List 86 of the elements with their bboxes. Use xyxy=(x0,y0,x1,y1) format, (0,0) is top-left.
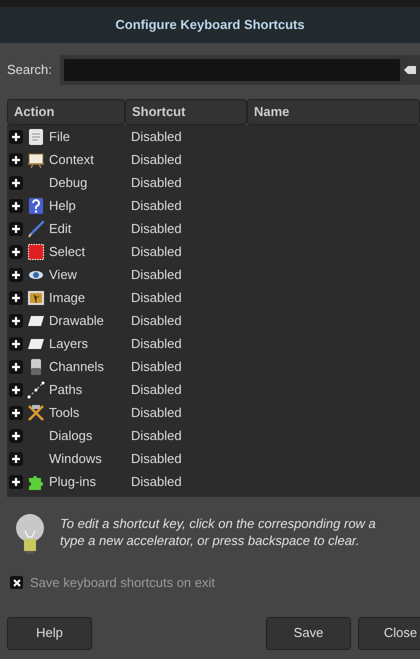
expand-button[interactable] xyxy=(9,314,23,328)
action-cell-text: Drawable xyxy=(49,312,104,330)
action-cell-text: File xyxy=(49,128,70,146)
document-icon xyxy=(27,128,45,146)
action-cell-text: Select xyxy=(49,242,86,261)
action-cell-text: Paths xyxy=(49,380,82,399)
shortcut-cell: Disabled xyxy=(131,152,182,167)
hint-text: To edit a shortcut key, click on the corresponding row a type a new accelerator, or press backspace to clear. xyxy=(60,515,376,549)
plus-icon xyxy=(12,270,20,278)
action-cell-text: Plug-ins xyxy=(49,472,96,491)
action-cell-text: Debug xyxy=(49,174,88,192)
shortcut-cell: Disabled xyxy=(131,474,182,489)
search-label: Search: xyxy=(7,61,52,80)
plus-icon xyxy=(12,132,20,140)
checkbox-label: Save keyboard shortcuts on exit xyxy=(30,574,215,592)
clear-icon[interactable] xyxy=(404,64,416,76)
plus-icon xyxy=(12,432,20,440)
expand-button[interactable] xyxy=(9,360,23,374)
column-header[interactable]: Action xyxy=(7,99,125,125)
plus-icon xyxy=(12,408,20,416)
action-cell-text: Edit xyxy=(49,220,72,238)
expand-button[interactable] xyxy=(9,152,23,166)
action-cell-text: Layers xyxy=(49,334,88,353)
search-field[interactable] xyxy=(60,55,420,85)
plus-icon xyxy=(12,202,20,210)
easel-icon xyxy=(27,150,45,168)
shortcut-cell: Disabled xyxy=(131,404,182,420)
window-title: Configure Keyboard Shortcuts xyxy=(115,16,305,34)
plus-icon xyxy=(12,178,20,186)
shortcut-cell: Disabled xyxy=(131,220,182,236)
shortcut-cell: Disabled xyxy=(131,244,182,259)
path-icon xyxy=(27,380,45,398)
expand-button[interactable] xyxy=(9,290,23,304)
selection-icon xyxy=(27,242,45,260)
expand-button[interactable] xyxy=(9,130,23,144)
expand-button[interactable] xyxy=(9,406,23,420)
expand-button[interactable] xyxy=(9,176,23,190)
plus-icon xyxy=(12,454,20,462)
dialog-button[interactable]: Save xyxy=(266,616,351,650)
action-cell-text: Context xyxy=(49,150,94,169)
action-cell-text: Tools xyxy=(49,404,80,422)
plus-icon xyxy=(12,362,20,370)
shortcut-cell: Disabled xyxy=(131,450,182,466)
expand-button[interactable] xyxy=(9,428,23,442)
shortcut-cell: Disabled xyxy=(131,128,182,144)
tools-icon xyxy=(27,404,45,422)
expand-button[interactable] xyxy=(9,244,23,258)
plus-icon xyxy=(12,316,20,324)
shortcut-cell: Disabled xyxy=(131,428,182,443)
shortcut-cell: Disabled xyxy=(131,358,182,374)
column-header[interactable]: Shortcut xyxy=(125,99,247,125)
plus-icon xyxy=(12,478,20,486)
expand-button[interactable] xyxy=(9,382,23,396)
action-cell-text: Dialogs xyxy=(49,426,92,445)
shortcut-cell: Disabled xyxy=(131,312,182,328)
expand-button[interactable] xyxy=(9,474,23,488)
image-icon xyxy=(27,288,45,306)
cross-icon xyxy=(12,578,20,587)
dialog-button[interactable]: Help xyxy=(7,616,92,650)
plus-icon xyxy=(12,224,20,232)
expand-button[interactable] xyxy=(9,452,23,466)
help-icon xyxy=(27,196,45,214)
dialog-button[interactable]: Close xyxy=(358,616,420,650)
expand-button[interactable] xyxy=(9,268,23,282)
action-cell-text: Windows xyxy=(49,450,102,468)
plus-icon xyxy=(12,156,20,164)
plus-icon xyxy=(12,248,20,256)
expand-button[interactable] xyxy=(9,222,23,236)
checkbox[interactable] xyxy=(10,576,23,590)
action-cell-text: Channels xyxy=(49,358,104,376)
shortcut-cell: Disabled xyxy=(131,174,182,190)
action-cell-text: Image xyxy=(49,288,86,307)
shortcut-cell: Disabled xyxy=(131,198,182,213)
expand-button[interactable] xyxy=(9,198,23,212)
brush-icon xyxy=(27,220,45,238)
shortcut-cell: Disabled xyxy=(131,266,182,282)
action-cell-text: View xyxy=(49,266,77,284)
shortcut-cell: Disabled xyxy=(131,382,182,397)
shortcut-cell: Disabled xyxy=(131,290,182,305)
plus-icon xyxy=(12,386,20,394)
expand-button[interactable] xyxy=(9,336,23,350)
shortcut-cell: Disabled xyxy=(131,336,182,351)
column-header[interactable]: Name xyxy=(247,99,420,125)
plus-icon xyxy=(12,294,20,302)
plus-icon xyxy=(12,340,20,348)
action-cell-text: Help xyxy=(49,196,76,215)
